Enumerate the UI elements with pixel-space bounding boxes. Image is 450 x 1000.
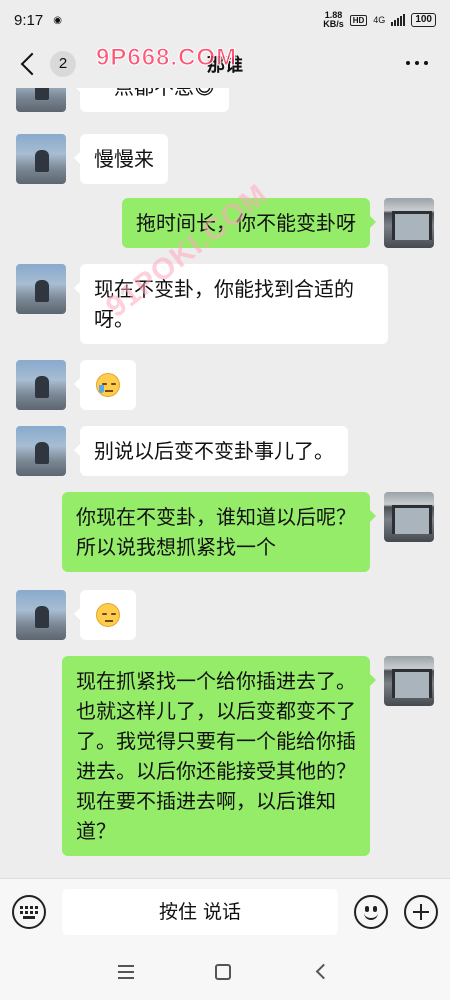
input-bar: 按住 说话 [0,878,450,944]
contact-avatar[interactable] [16,264,66,314]
message-row: 拖时间长，你不能变卦呀 [122,198,434,248]
message-row: 你现在不变卦，谁知道以后呢？所以说我想抓紧找一个 [62,492,434,572]
contact-avatar[interactable] [16,590,66,640]
message-row: 现在抓紧找一个给你插进去了。也就这样儿了，以后变都变不了了。我觉得只要有一个能给… [62,656,434,856]
message-row: 别说以后变不变卦事儿了。 [16,426,348,476]
battery-icon: 100 [411,13,436,27]
status-indicators: 1.88 KB/s HD 4G 100 [323,11,436,29]
message-row [16,590,136,640]
contact-avatar[interactable] [16,134,66,184]
message-row [16,360,136,410]
message-row: 慢慢来 [16,134,168,184]
my-avatar[interactable] [384,198,434,248]
message-bubble[interactable]: 慢慢来 [74,134,168,184]
unread-count-badge[interactable]: 2 [50,51,76,77]
network-speed: 1.88 KB/s [323,10,344,29]
notification-icon: ◉ [53,14,62,26]
keyboard-icon[interactable] [12,895,46,929]
clock: 9:17 [14,11,44,29]
message-list[interactable]: 一点都不急😅 慢慢来 拖时间长，你不能变卦呀 现在不变卦，你能找到合适的呀。 别… [0,88,450,878]
system-nav-bar [0,944,450,1000]
back-icon[interactable] [20,52,44,76]
nav-back-icon[interactable] [315,963,332,980]
message-bubble[interactable]: 你现在不变卦，谁知道以后呢？所以说我想抓紧找一个 [62,492,376,572]
my-avatar[interactable] [384,656,434,706]
home-icon[interactable] [215,964,231,980]
contact-avatar[interactable] [16,426,66,476]
crying-face-icon [96,373,120,397]
plus-icon[interactable] [404,895,438,929]
recent-apps-icon[interactable] [118,965,134,979]
message-bubble[interactable]: 现在抓紧找一个给你插进去了。也就这样儿了，以后变都变不了了。我觉得只要有一个能给… [62,656,376,856]
emoji-icon[interactable] [354,895,388,929]
signal-icon [391,14,406,26]
network-type: 4G [373,15,386,25]
message-bubble[interactable]: 别说以后变不变卦事儿了。 [74,426,348,476]
more-options-icon[interactable] [406,61,428,65]
message-bubble[interactable]: 一点都不急😅 [74,88,229,112]
watermark-text: 9P668.COM [95,44,238,72]
message-row: 一点都不急😅 [16,88,229,112]
hd-icon: HD [349,14,368,26]
contact-avatar[interactable] [16,360,66,410]
message-bubble[interactable] [74,590,136,640]
unamused-face-icon [96,603,120,627]
status-bar: 9:17 ◉ 1.88 KB/s HD 4G 100 [0,0,450,40]
message-bubble[interactable] [74,360,136,410]
hold-to-talk-button[interactable]: 按住 说话 [62,889,338,935]
contact-avatar[interactable] [16,88,66,112]
message-row: 现在不变卦，你能找到合适的呀。 [16,264,388,344]
my-avatar[interactable] [384,492,434,542]
